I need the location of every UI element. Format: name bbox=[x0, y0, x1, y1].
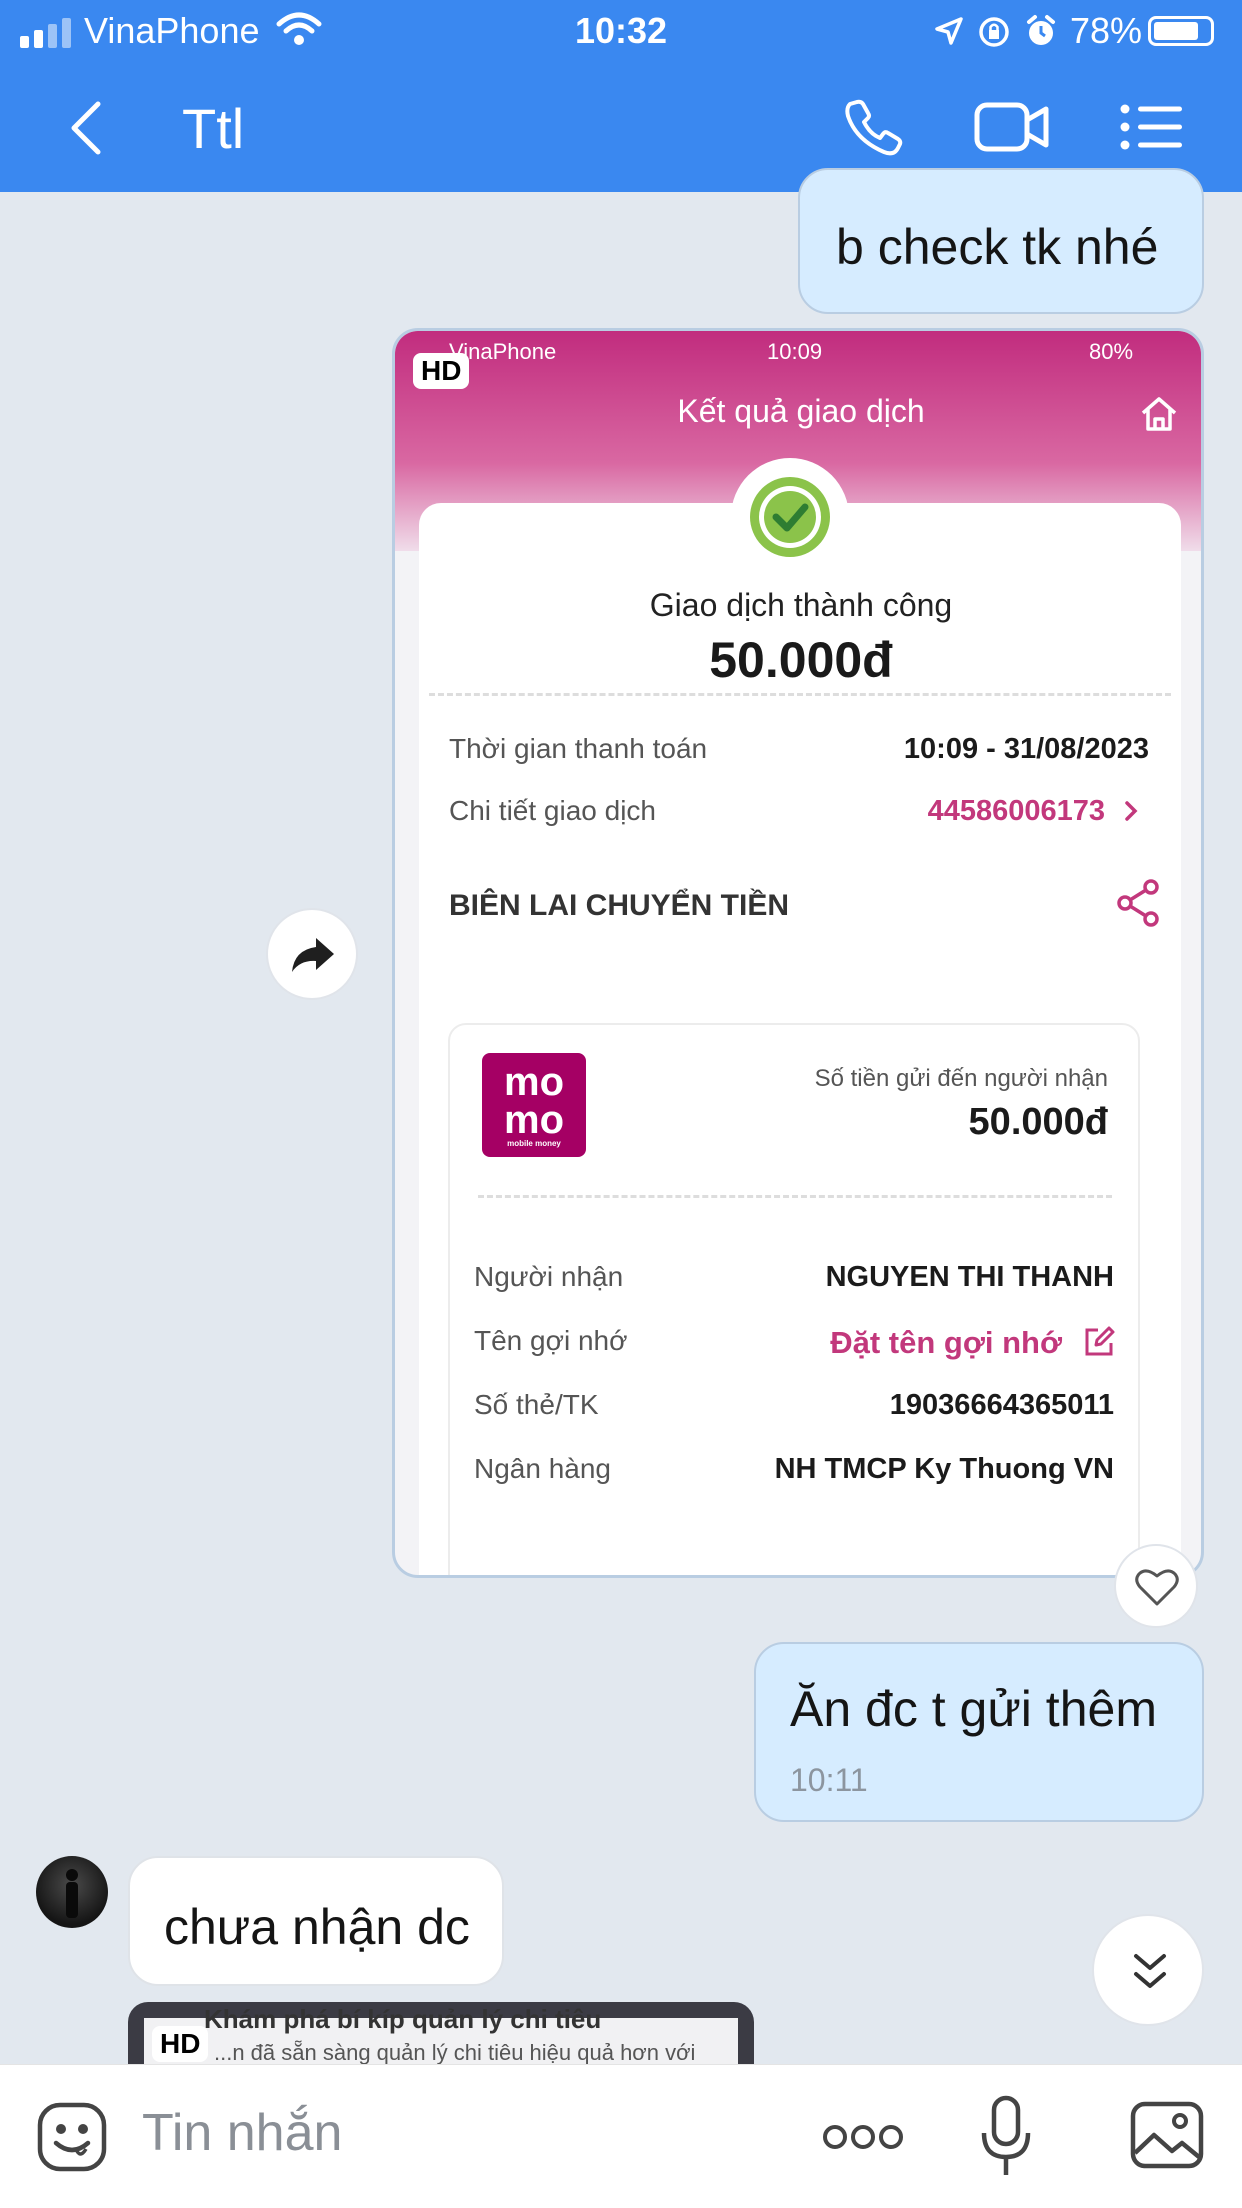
transaction-status: Giao dịch thành công bbox=[649, 587, 953, 623]
nickname-value: Đặt tên gợi nhớ bbox=[830, 1325, 1062, 1360]
message-text: Ăn đc t gửi thêm bbox=[790, 1681, 1157, 1737]
hd-badge: HD bbox=[152, 2026, 209, 2062]
transaction-result-title: Kết quả giao dịch bbox=[677, 393, 925, 429]
share-icon bbox=[1117, 879, 1159, 927]
transaction-amount: 50.000đ bbox=[709, 632, 893, 688]
attachment-text: Khám phá bí kíp quản lý chi tiêu bbox=[204, 2004, 602, 2034]
hd-badge: HD bbox=[413, 353, 470, 389]
account-value: 19036664365011 bbox=[889, 1389, 1114, 1421]
video-call-icon[interactable] bbox=[974, 100, 1050, 154]
like-button[interactable] bbox=[1114, 1544, 1198, 1628]
alarm-icon bbox=[1027, 15, 1055, 45]
phone-call-icon[interactable] bbox=[842, 98, 906, 158]
image-attachment[interactable]: VinaPhone 10:09 80% HD Kết quả giao dịch… bbox=[392, 328, 1204, 1578]
conversation-title[interactable]: Ttl bbox=[182, 96, 244, 161]
scroll-to-bottom-button[interactable] bbox=[1092, 1914, 1204, 2026]
divider bbox=[429, 693, 1171, 696]
incoming-message[interactable]: chưa nhận dc bbox=[128, 1856, 504, 1986]
momo-logo-text-bottom: mo bbox=[504, 1098, 564, 1142]
message-input-bar: Tin nhắn bbox=[0, 2064, 1242, 2208]
message-text: chưa nhận dc bbox=[164, 1899, 470, 1955]
battery-percent: 78% bbox=[1069, 10, 1142, 51]
location-icon bbox=[935, 17, 963, 45]
bank-label: Ngân hàng bbox=[474, 1453, 612, 1484]
checkmark-icon bbox=[750, 477, 830, 557]
outgoing-message[interactable]: Ăn đc t gửi thêm 10:11 bbox=[754, 1642, 1204, 1822]
receipt-title: BIÊN LAI CHUYỂN TIỀN bbox=[449, 889, 790, 922]
payment-time-value: 10:09 - 31/08/2023 bbox=[903, 733, 1149, 765]
bank-value: NH TMCP Ky Thuong VN bbox=[774, 1453, 1114, 1485]
transaction-detail-label: Chi tiết giao dịch bbox=[449, 795, 657, 826]
attachment-clock: 10:09 bbox=[767, 339, 823, 364]
sent-amount-label: Số tiền gửi đến người nhận bbox=[814, 1065, 1108, 1092]
momo-logo: mo mo mobile money bbox=[482, 1053, 586, 1157]
payment-time-label: Thời gian thanh toán bbox=[449, 733, 708, 764]
recipient-value: NGUYEN THI THANH bbox=[825, 1261, 1114, 1293]
top-bar: VinaPhone 10:32 78% Ttl bbox=[0, 0, 1242, 192]
momo-logo-caption: mobile money bbox=[507, 1139, 561, 1148]
person-silhouette-icon bbox=[66, 1869, 78, 1918]
battery-icon bbox=[1148, 16, 1214, 46]
outgoing-message[interactable]: b check tk nhé bbox=[798, 168, 1204, 314]
double-chevron-down-icon bbox=[1134, 1954, 1166, 1988]
microphone-icon[interactable] bbox=[980, 2095, 1032, 2179]
status-bar: VinaPhone 10:32 78% bbox=[0, 0, 1242, 62]
rotation-lock-icon bbox=[979, 17, 1009, 47]
account-label: Số thẻ/TK bbox=[474, 1389, 599, 1420]
chevron-right-icon bbox=[1125, 801, 1138, 821]
transfer-receipt: mo mo mobile money Số tiền gửi đến người… bbox=[448, 1023, 1140, 1575]
avatar[interactable] bbox=[36, 1856, 108, 1928]
sent-amount: 50.000đ bbox=[968, 1101, 1108, 1143]
recipient-label: Người nhận bbox=[474, 1261, 624, 1292]
attachment-text: ...n đã sẵn sàng quản lý chi tiêu hiệu q… bbox=[214, 2040, 696, 2065]
forward-arrow-icon bbox=[292, 938, 334, 972]
forward-button[interactable] bbox=[266, 908, 358, 1000]
edit-icon bbox=[1085, 1326, 1115, 1356]
message-input[interactable]: Tin nhắn bbox=[142, 2103, 342, 2163]
back-arrow-icon[interactable] bbox=[66, 100, 106, 156]
nickname-label: Tên gợi nhớ bbox=[474, 1325, 628, 1356]
attachment-battery: 80% bbox=[1089, 339, 1134, 364]
menu-icon[interactable] bbox=[1120, 104, 1182, 150]
sticker-icon[interactable] bbox=[36, 2101, 108, 2173]
more-icon[interactable] bbox=[822, 2123, 904, 2151]
success-badge bbox=[731, 458, 849, 576]
transaction-id: 44586006173 bbox=[927, 795, 1105, 827]
message-text: b check tk nhé bbox=[836, 219, 1159, 275]
divider bbox=[478, 1195, 1112, 1198]
message-time: 10:11 bbox=[790, 1762, 868, 1798]
home-icon bbox=[1141, 397, 1177, 431]
heart-icon bbox=[1135, 1569, 1179, 1606]
image-gallery-icon[interactable] bbox=[1130, 2101, 1204, 2169]
